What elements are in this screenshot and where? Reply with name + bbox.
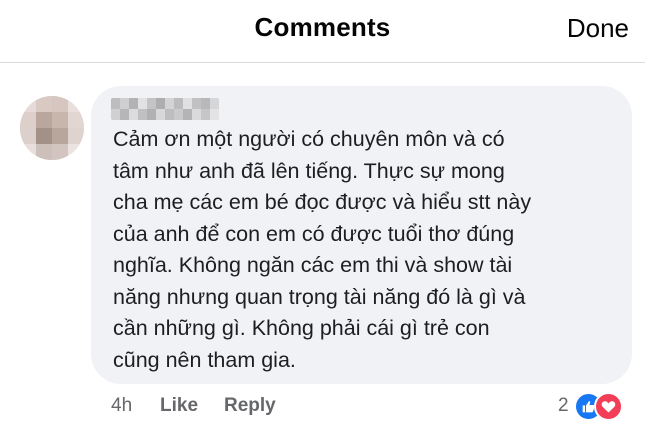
love-reaction-icon — [594, 392, 623, 421]
header-divider — [0, 62, 645, 63]
comments-header: Comments Done — [0, 0, 645, 62]
blurred-avatar-image — [20, 96, 84, 160]
author-name-blurred[interactable] — [111, 98, 219, 120]
reaction-summary[interactable]: 2 — [558, 392, 633, 421]
reaction-count: 2 — [558, 395, 569, 416]
reply-button[interactable]: Reply — [224, 395, 276, 417]
blurred-author-image — [111, 98, 219, 120]
comment-timestamp: 4h — [111, 395, 133, 416]
comment-text: Cảm ơn một người có chuyên môn và có tâm… — [113, 127, 532, 372]
comment-bubble[interactable]: Cảm ơn một người có chuyên môn và có tâm… — [91, 86, 632, 384]
page-title: Comments — [254, 12, 391, 42]
done-button[interactable]: Done — [567, 13, 629, 44]
like-button[interactable]: Like — [160, 395, 198, 417]
avatar[interactable] — [20, 96, 84, 160]
comments-screen: Comments Done Cảm ơn một người có chuyên… — [0, 0, 645, 425]
